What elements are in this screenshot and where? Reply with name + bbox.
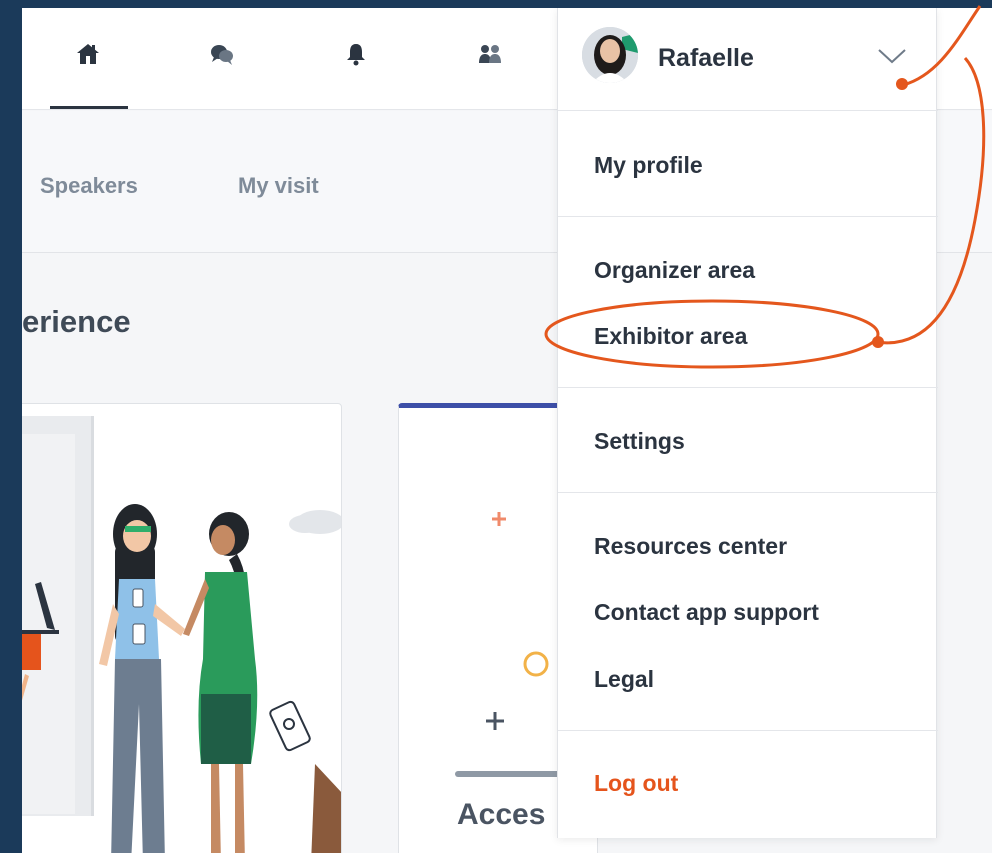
subnav-my-visit[interactable]: My visit bbox=[238, 173, 319, 199]
chevron-down-icon[interactable] bbox=[876, 46, 908, 66]
chat-icon[interactable] bbox=[202, 34, 242, 74]
screenshot-frame: Speakers My visit erience Acces Rafaelle… bbox=[0, 0, 992, 853]
active-tab-indicator bbox=[50, 106, 128, 109]
home-icon[interactable] bbox=[68, 34, 108, 74]
menu-item-resources-center[interactable]: Resources center bbox=[594, 533, 787, 560]
experience-card[interactable] bbox=[22, 403, 342, 853]
menu-divider bbox=[558, 216, 938, 217]
menu-divider bbox=[558, 730, 938, 731]
menu-item-organizer-area[interactable]: Organizer area bbox=[594, 257, 755, 284]
menu-item-my-profile[interactable]: My profile bbox=[594, 152, 703, 179]
user-menu-dropdown: Rafaelle My profile Organizer area Exhib… bbox=[557, 8, 938, 838]
user-menu-header[interactable]: Rafaelle bbox=[558, 8, 938, 111]
user-name: Rafaelle bbox=[658, 44, 754, 72]
avatar bbox=[582, 27, 638, 83]
menu-divider bbox=[558, 387, 938, 388]
people-illustration bbox=[22, 416, 341, 853]
people-icon[interactable] bbox=[470, 34, 510, 74]
section-heading: erience bbox=[22, 304, 131, 339]
menu-divider bbox=[558, 492, 938, 493]
app-window: Speakers My visit erience Acces Rafaelle… bbox=[22, 8, 992, 853]
menu-item-legal[interactable]: Legal bbox=[594, 666, 654, 693]
menu-item-settings[interactable]: Settings bbox=[594, 428, 685, 455]
menu-item-log-out[interactable]: Log out bbox=[594, 770, 678, 797]
bell-icon[interactable] bbox=[336, 34, 376, 74]
subnav-speakers[interactable]: Speakers bbox=[40, 173, 138, 199]
menu-item-contact-app-support[interactable]: Contact app support bbox=[594, 599, 819, 626]
access-card-title: Acces bbox=[457, 798, 546, 831]
menu-item-exhibitor-area[interactable]: Exhibitor area bbox=[594, 323, 747, 350]
